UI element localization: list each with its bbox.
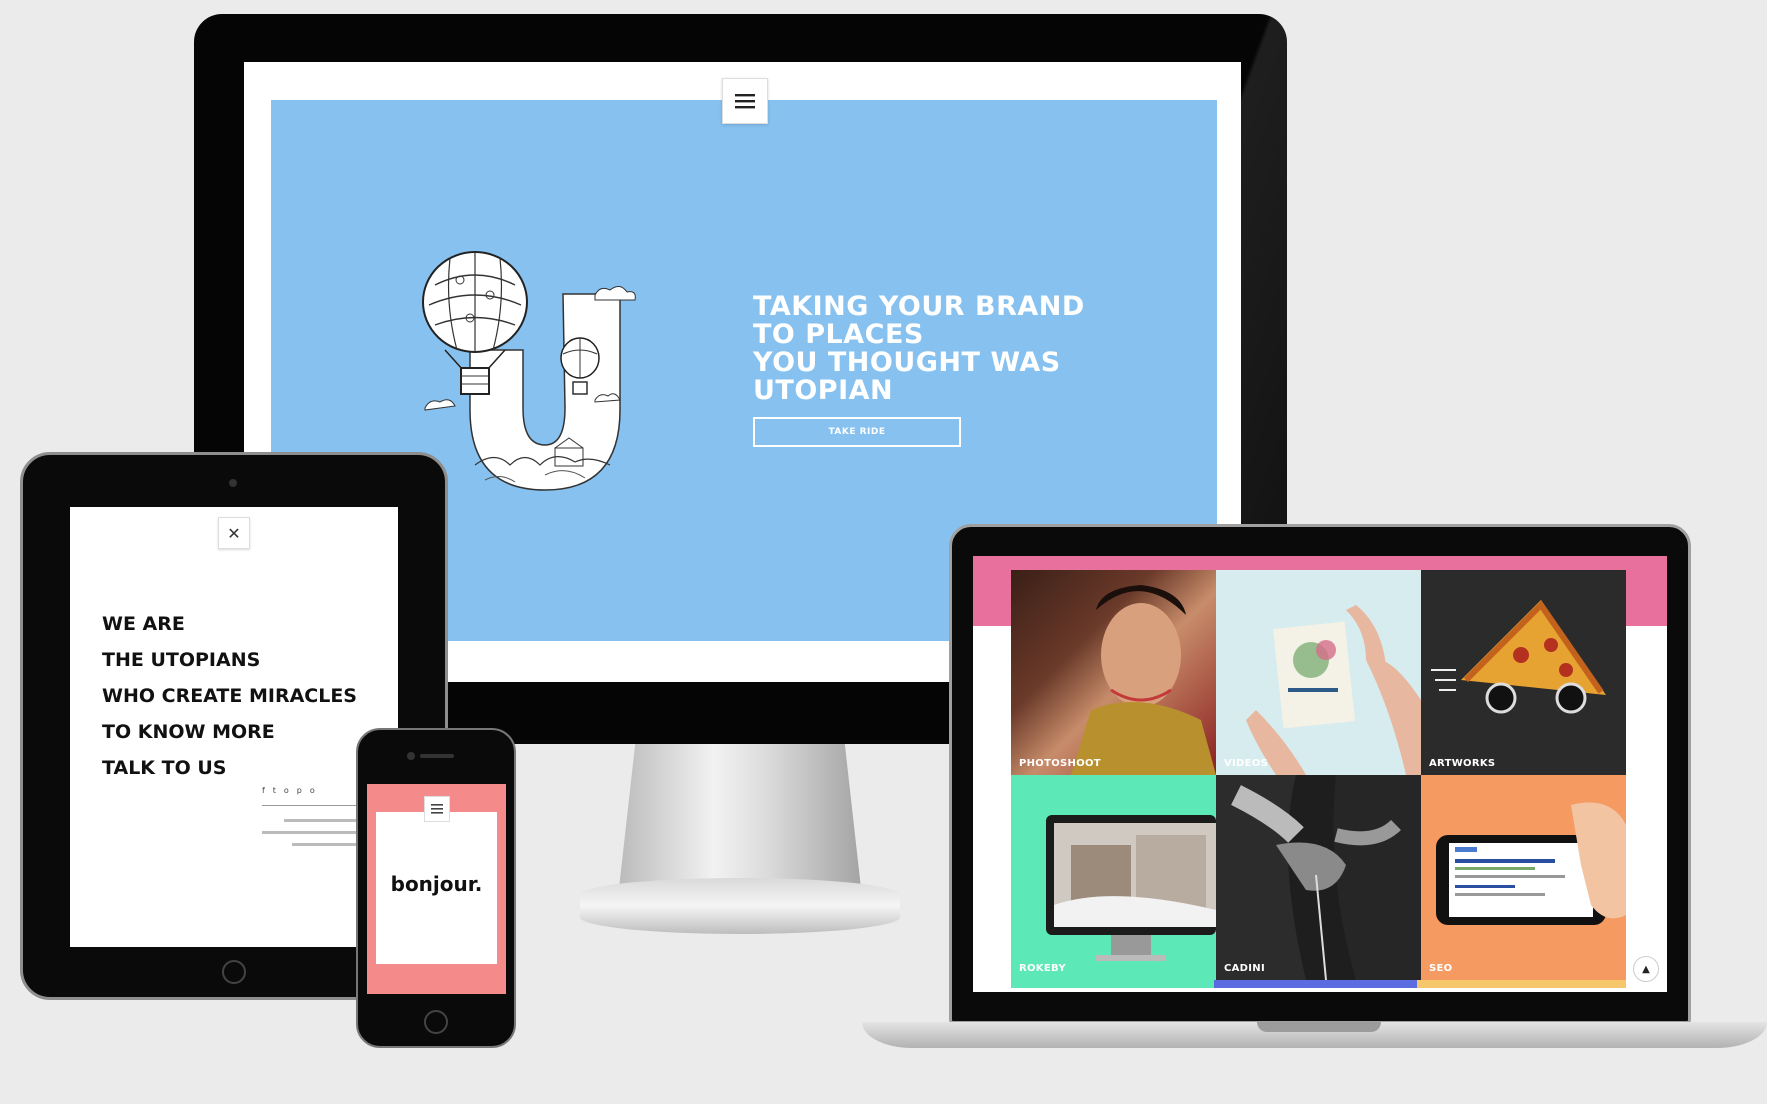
phone-hamburger-button[interactable] (424, 796, 450, 822)
menu-line[interactable]: TALK TO US (102, 750, 357, 786)
close-menu-button[interactable]: ✕ (218, 517, 250, 549)
rokeby-image (1046, 815, 1216, 961)
portfolio-tile-photoshoot[interactable]: PHOTOSHOOT (1011, 570, 1216, 775)
tablet-camera (229, 479, 237, 487)
take-ride-button[interactable]: TAKE RIDE (753, 417, 961, 447)
tile-label: PHOTOSHOOT (1019, 758, 1101, 769)
tile-label: ARTWORKS (1429, 758, 1496, 769)
close-icon: ✕ (227, 523, 241, 543)
portfolio-tile-artworks[interactable]: ARTWORKS (1421, 570, 1626, 775)
contact-line-placeholder (292, 843, 357, 846)
pinterest-icon[interactable]: p (297, 786, 310, 795)
seo-image (1436, 802, 1626, 925)
hero-headline: TAKING YOUR BRAND TO PLACES YOU THOUGHT … (753, 293, 1113, 405)
portfolio-tile-seo[interactable]: SEO (1421, 775, 1626, 980)
tile-label: VIDEOS (1224, 758, 1269, 769)
menu-line[interactable]: THE UTOPIANS (102, 642, 357, 678)
contact-line-placeholder (262, 831, 357, 834)
contact-info (262, 815, 357, 846)
laptop-notch (1257, 1022, 1381, 1032)
cadini-image (1216, 775, 1421, 980)
laptop-footer-strip (1011, 980, 1626, 988)
menu-line[interactable]: WHO CREATE MIRACLES (102, 678, 357, 714)
phone-home-button (424, 1010, 448, 1034)
hero-line: YOU THOUGHT WAS (753, 347, 1061, 378)
twitter-icon[interactable]: t (273, 786, 284, 795)
hamburger-menu-icon (735, 94, 755, 109)
tablet-menu-text: WE ARE THE UTOPIANS WHO CREATE MIRACLES … (102, 606, 357, 786)
facebook-icon[interactable]: f (262, 786, 273, 795)
monitor-stand-base (580, 878, 900, 934)
phone-speaker (420, 754, 454, 758)
hero-line: TAKING YOUR BRAND (753, 291, 1085, 322)
portfolio-tile-videos[interactable]: VIDEOS (1216, 570, 1421, 775)
tile-label: ROKEBY (1019, 963, 1066, 974)
divider (262, 805, 357, 806)
artworks-image (1431, 600, 1606, 714)
scroll-to-top-icon: ▲ (1642, 963, 1650, 975)
portfolio-tile-cadini[interactable]: CADINI (1216, 775, 1421, 980)
tablet-home-button (222, 960, 246, 984)
portfolio-tile-rokeby[interactable]: ROKEBY (1011, 775, 1216, 980)
photoshoot-image (1071, 585, 1216, 775)
instagram-icon[interactable]: o (284, 786, 297, 795)
scroll-to-top-button[interactable]: ▲ (1633, 956, 1659, 982)
hero-line: TO PLACES (753, 319, 924, 350)
social-links: ftopo (262, 786, 352, 795)
menu-line[interactable]: WE ARE (102, 606, 357, 642)
phone-camera (407, 752, 415, 760)
balloon-u-logo (422, 251, 636, 491)
contact-line-placeholder (284, 819, 357, 822)
other-social-icon[interactable]: o (310, 786, 323, 795)
menu-line[interactable]: TO KNOW MORE (102, 714, 357, 750)
tile-label: CADINI (1224, 963, 1265, 974)
phone-greeting: bonjour. (390, 872, 483, 896)
hamburger-menu-button[interactable] (722, 78, 768, 124)
videos-image (1246, 605, 1421, 775)
tile-label: SEO (1429, 963, 1453, 974)
hero-line: UTOPIAN (753, 375, 894, 406)
monitor-stand-neck (619, 744, 861, 884)
hamburger-menu-icon (431, 804, 443, 814)
